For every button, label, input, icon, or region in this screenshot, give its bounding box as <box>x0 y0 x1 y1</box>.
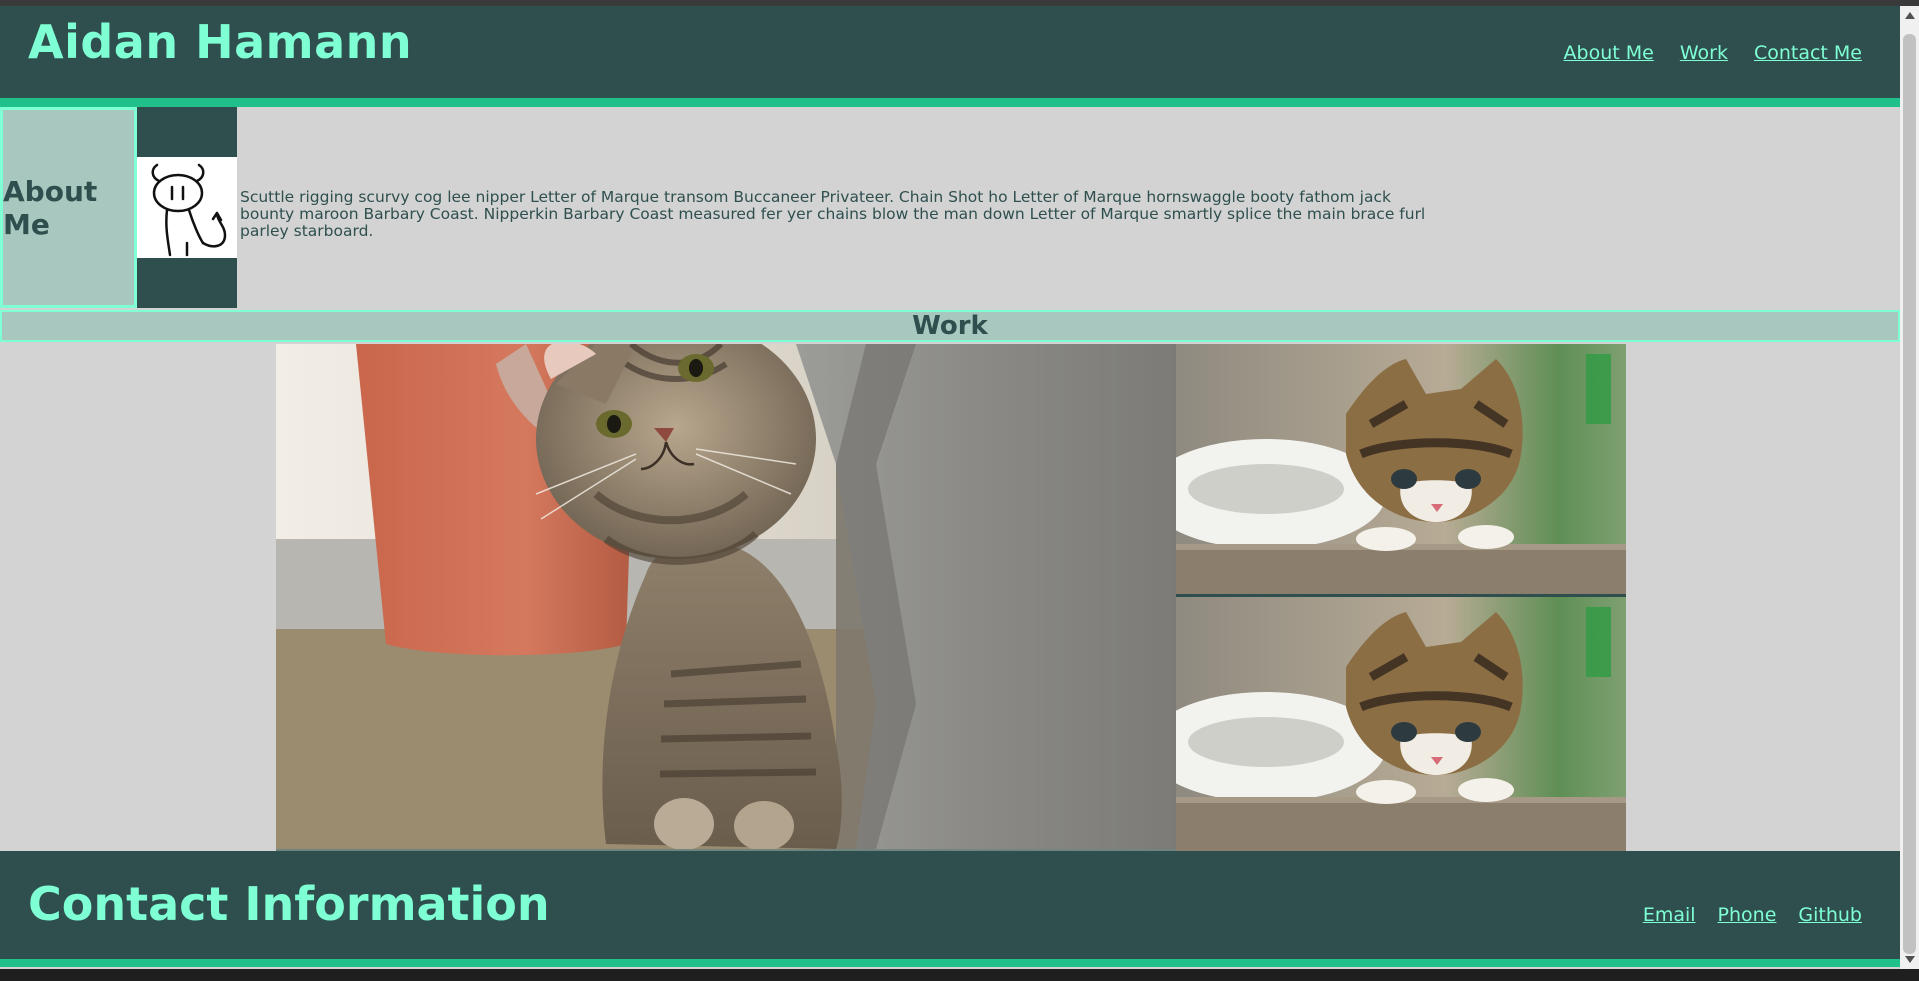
contact-links: Email Phone Github <box>1643 904 1862 926</box>
horned-doodle-avatar-icon <box>151 163 227 257</box>
phone-link[interactable]: Phone <box>1718 904 1777 926</box>
nav-contact-me-link[interactable]: Contact Me <box>1754 42 1862 64</box>
about-heading: About Me <box>3 174 98 241</box>
github-link[interactable]: Github <box>1798 904 1862 926</box>
main-nav: About Me Work Contact Me <box>1564 42 1862 64</box>
tabby-kitten-photo <box>276 344 1176 852</box>
work-heading-bar: Work <box>0 310 1900 342</box>
scrollbar-thumb[interactable] <box>1903 34 1916 954</box>
nav-about-me-link[interactable]: About Me <box>1564 42 1654 64</box>
scroll-down-arrow-icon[interactable] <box>1905 956 1915 963</box>
avatar <box>137 157 237 258</box>
about-heading-box: About Me <box>0 107 137 308</box>
avatar-frame <box>137 107 237 308</box>
kitten-photo <box>1176 597 1626 853</box>
site-header: Aidan Hamann About Me Work Contact Me <box>0 6 1900 107</box>
vertical-scrollbar[interactable] <box>1900 6 1919 969</box>
nav-work-link[interactable]: Work <box>1680 42 1728 64</box>
page: Aidan Hamann About Me Work Contact Me Ab… <box>0 6 1900 969</box>
work-gallery <box>276 344 1626 853</box>
site-footer: Contact Information Email Phone Github <box>0 851 1900 967</box>
email-link[interactable]: Email <box>1643 904 1696 926</box>
kitten-photo <box>1176 344 1626 597</box>
contact-title: Contact Information <box>28 877 550 931</box>
bio-text: Scuttle rigging scurvy cog lee nipper Le… <box>240 188 1426 240</box>
site-title: Aidan Hamann <box>28 15 413 69</box>
scroll-up-arrow-icon[interactable] <box>1905 12 1915 19</box>
os-taskbar <box>0 969 1919 981</box>
work-heading: Work <box>912 311 988 341</box>
about-section: About Me Scuttle rigging scurvy cog lee … <box>0 107 1900 309</box>
